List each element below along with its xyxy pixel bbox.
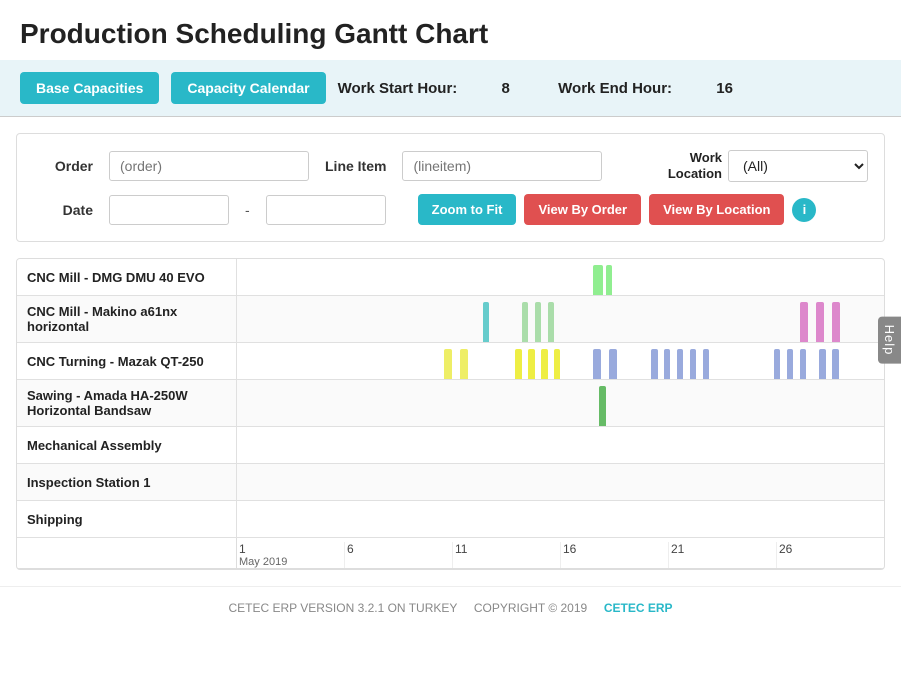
order-input[interactable] bbox=[109, 151, 309, 181]
gantt-section: CNC Mill - DMG DMU 40 EVO CNC Mill - Mak… bbox=[16, 258, 885, 570]
gantt-axis-21: 21 bbox=[669, 542, 777, 568]
gantt-row-label-2: CNC Mill - Makino a61nx horizontal bbox=[17, 296, 237, 342]
page-title: Production Scheduling Gantt Chart bbox=[20, 18, 881, 50]
work-location-label: Work bbox=[690, 150, 722, 166]
gantt-bars-3 bbox=[237, 343, 884, 379]
gantt-grid: CNC Mill - DMG DMU 40 EVO CNC Mill - Mak… bbox=[17, 259, 884, 569]
view-by-order-button[interactable]: View By Order bbox=[524, 194, 641, 225]
gantt-axis-16: 16 bbox=[561, 542, 669, 568]
gantt-bars-5 bbox=[237, 427, 884, 463]
gantt-row-6: Inspection Station 1 bbox=[17, 464, 884, 501]
gantt-row-label-3: CNC Turning - Mazak QT-250 bbox=[17, 343, 237, 379]
gantt-axis-1: 1 May 2019 bbox=[237, 542, 345, 568]
work-location-label2: Location bbox=[668, 166, 722, 182]
gantt-row-label-6: Inspection Station 1 bbox=[17, 464, 237, 500]
view-by-location-button[interactable]: View By Location bbox=[649, 194, 784, 225]
filter-row-2: Date 2019-05-01 - 2019-05-31 Zoom to Fit… bbox=[33, 194, 868, 225]
gantt-row-label-7: Shipping bbox=[17, 501, 237, 537]
gantt-row-label-1: CNC Mill - DMG DMU 40 EVO bbox=[17, 259, 237, 295]
filter-row-1: Order Line Item Work Location (All) Loca… bbox=[33, 150, 868, 182]
work-end-label: Work End Hour: bbox=[558, 80, 672, 97]
help-tab[interactable]: Help bbox=[878, 317, 901, 364]
order-label: Order bbox=[33, 158, 93, 174]
gantt-bars-1 bbox=[237, 259, 884, 295]
gantt-row-7: Shipping bbox=[17, 501, 884, 538]
gantt-axis-11: 11 bbox=[453, 542, 561, 568]
work-start-label: Work Start Hour: bbox=[338, 80, 458, 97]
gantt-row-label-4: Sawing - Amada HA-250W Horizontal Bandsa… bbox=[17, 380, 237, 426]
date-from-input[interactable]: 2019-05-01 bbox=[109, 195, 229, 225]
date-separator: - bbox=[245, 202, 250, 218]
work-end-value: 16 bbox=[716, 80, 733, 97]
gantt-row-2: CNC Mill - Makino a61nx horizontal bbox=[17, 296, 884, 343]
footer: CETEC ERP VERSION 3.2.1 ON TURKEY COPYRI… bbox=[0, 586, 901, 629]
gantt-row-3: CNC Turning - Mazak QT-250 bbox=[17, 343, 884, 380]
line-item-label: Line Item bbox=[325, 158, 386, 174]
footer-center: COPYRIGHT © 2019 bbox=[474, 601, 587, 615]
line-item-input[interactable] bbox=[402, 151, 602, 181]
date-to-input[interactable]: 2019-05-31 bbox=[266, 195, 386, 225]
gantt-bars-7 bbox=[237, 501, 884, 537]
gantt-axis-row: 1 May 2019 6 11 16 21 bbox=[17, 538, 884, 569]
work-location-select[interactable]: (All) Location 1 Location 2 bbox=[728, 150, 868, 182]
work-start-value: 8 bbox=[501, 80, 509, 97]
gantt-row-4: Sawing - Amada HA-250W Horizontal Bandsa… bbox=[17, 380, 884, 427]
toolbar: Base Capacities Capacity Calendar Work S… bbox=[0, 60, 901, 117]
capacity-calendar-button[interactable]: Capacity Calendar bbox=[171, 72, 325, 104]
gantt-bars-6 bbox=[237, 464, 884, 500]
footer-left: CETEC ERP VERSION 3.2.1 ON TURKEY bbox=[228, 601, 457, 615]
base-capacities-button[interactable]: Base Capacities bbox=[20, 72, 159, 104]
gantt-row-5: Mechanical Assembly bbox=[17, 427, 884, 464]
gantt-axis-26: 26 bbox=[777, 542, 884, 568]
page-header: Production Scheduling Gantt Chart bbox=[0, 0, 901, 60]
filter-section: Order Line Item Work Location (All) Loca… bbox=[16, 133, 885, 242]
filter-actions: Zoom to Fit View By Order View By Locati… bbox=[418, 194, 817, 225]
gantt-row-label-5: Mechanical Assembly bbox=[17, 427, 237, 463]
gantt-bars-4 bbox=[237, 380, 884, 426]
work-hours: Work Start Hour: 8 Work End Hour: 16 bbox=[338, 80, 733, 97]
footer-link[interactable]: CETEC ERP bbox=[604, 601, 673, 615]
date-label: Date bbox=[33, 202, 93, 218]
gantt-axis-6: 6 bbox=[345, 542, 453, 568]
zoom-to-fit-button[interactable]: Zoom to Fit bbox=[418, 194, 517, 225]
info-button[interactable]: i bbox=[792, 198, 816, 222]
gantt-bars-2 bbox=[237, 296, 884, 342]
gantt-row-1: CNC Mill - DMG DMU 40 EVO bbox=[17, 259, 884, 296]
gantt-axis-spacer bbox=[17, 538, 237, 568]
